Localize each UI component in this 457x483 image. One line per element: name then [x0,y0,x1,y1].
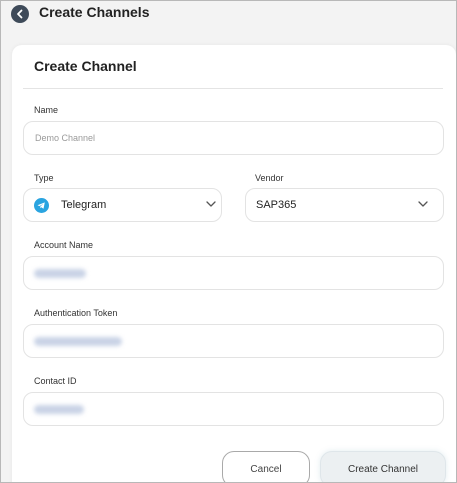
page-header: Create Channels [1,1,456,29]
name-label: Name [34,105,59,115]
cancel-button[interactable]: Cancel [222,451,310,482]
app-window: Create Channels Create Channel Name Demo… [0,0,457,483]
redacted-value [34,337,122,346]
redacted-value [34,405,84,414]
contact-id-label: Contact ID [34,376,77,386]
vendor-label: Vendor [255,173,284,183]
chevron-down-icon [206,201,216,207]
type-select[interactable]: Telegram [23,188,222,222]
chevron-down-icon [418,201,428,207]
back-arrow-icon [17,9,23,19]
auth-token-label: Authentication Token [34,308,118,318]
page-title: Create Channels [39,4,150,20]
vendor-select[interactable]: SAP365 [245,188,444,222]
name-input[interactable]: Demo Channel [23,121,444,155]
contact-id-input[interactable] [23,392,444,426]
create-channel-button[interactable]: Create Channel [320,451,446,482]
back-button[interactable] [11,5,29,23]
create-channel-card: Create Channel Name Demo Channel Type Te… [12,45,456,482]
redacted-value [34,269,86,278]
auth-token-input[interactable] [23,324,444,358]
card-title: Create Channel [34,58,137,74]
account-name-label: Account Name [34,240,94,250]
type-value: Telegram [61,199,107,211]
divider [23,88,443,89]
telegram-icon [34,198,49,213]
vendor-value: SAP365 [256,199,297,211]
account-name-input[interactable] [23,256,444,290]
name-placeholder: Demo Channel [35,133,96,143]
type-label: Type [34,173,54,183]
